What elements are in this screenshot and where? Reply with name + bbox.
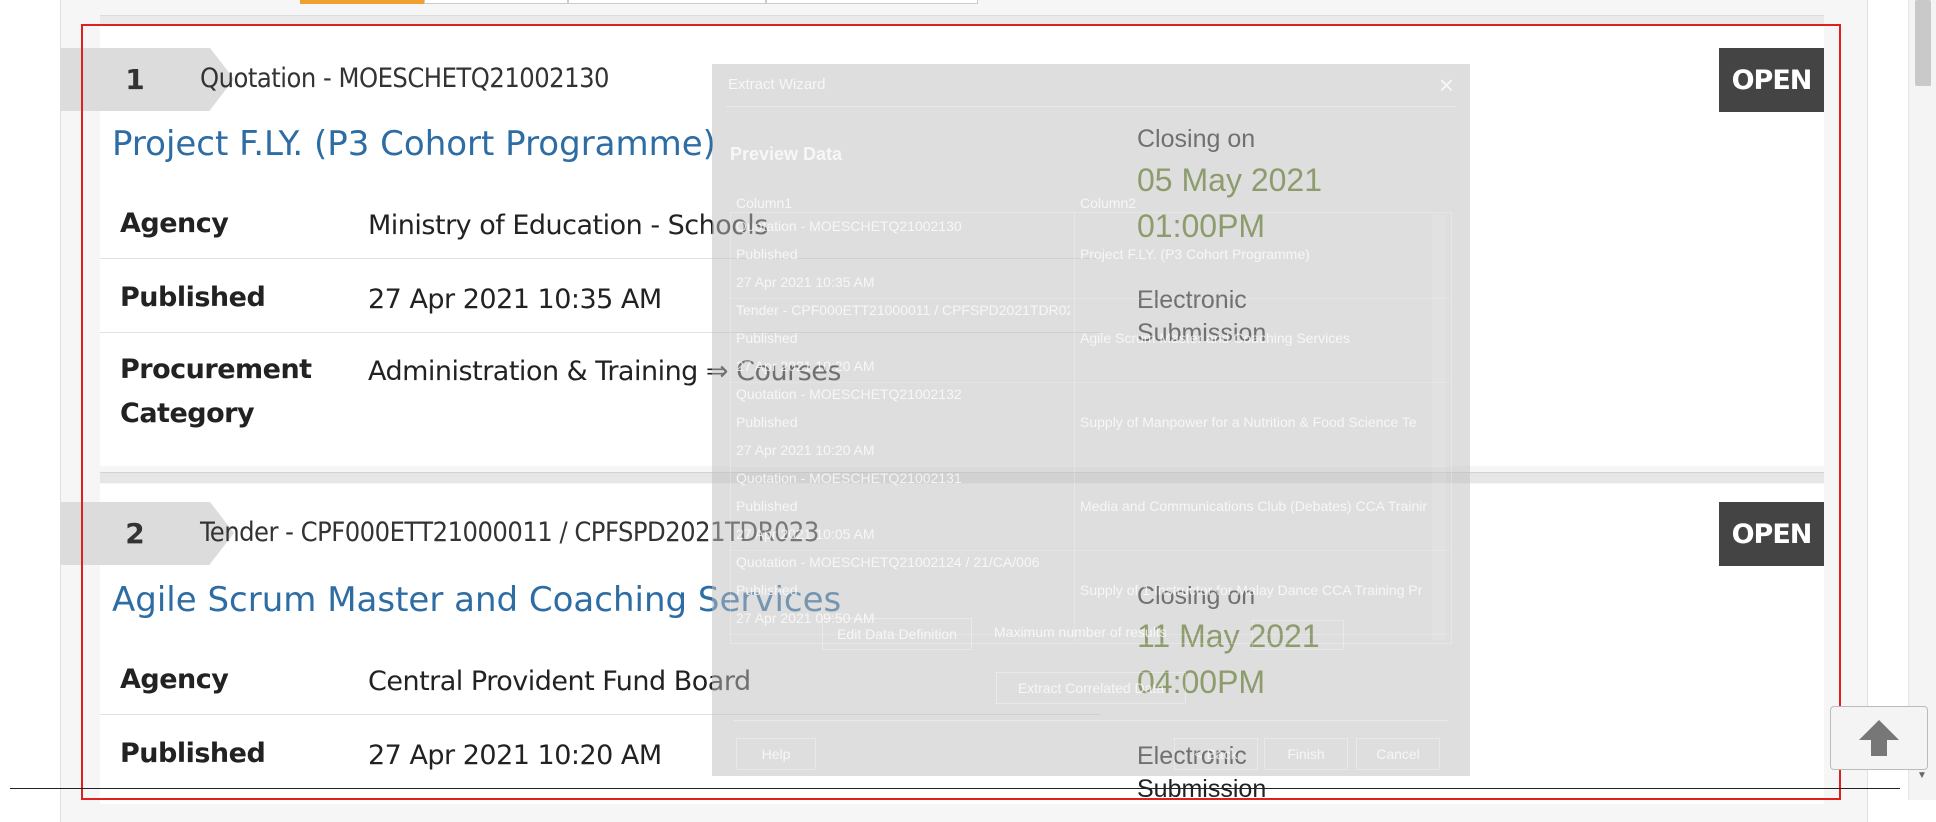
grid-cell: Quotation - MOESCHETQ21002132 — [736, 386, 962, 402]
tab[interactable] — [766, 0, 978, 4]
row-divider — [730, 382, 1450, 383]
grid-cell: Supply of Manpower for a Nutrition & Foo… — [1080, 414, 1417, 430]
published-label: Published — [120, 738, 266, 769]
row-divider — [730, 466, 1450, 467]
row-divider — [730, 298, 1450, 299]
close-icon[interactable]: × — [1439, 70, 1454, 101]
divider — [100, 15, 1824, 26]
published-label: Published — [120, 282, 266, 313]
tab[interactable] — [568, 0, 766, 4]
divider — [726, 106, 1456, 107]
grid-scrollbar[interactable] — [1432, 214, 1446, 640]
grid-cell: Quotation - MOESCHETQ21002131 — [736, 470, 962, 486]
preview-heading: Preview Data — [730, 144, 843, 164]
extract-correlated-data-button[interactable]: Extract Correlated Data — [996, 672, 1186, 704]
cancel-button[interactable]: Cancel — [1356, 738, 1440, 770]
listing-reference: Quotation - MOESCHETQ21002130 — [200, 63, 609, 94]
divider — [10, 788, 1900, 789]
finish-button[interactable]: Finish — [1264, 738, 1348, 770]
grid-cell: 27 Apr 2021 10:05 AM — [736, 526, 875, 542]
back-button[interactable]: < Back — [1174, 738, 1258, 770]
listing-title-link[interactable]: Project F.LY. (P3 Cohort Programme) — [112, 124, 716, 164]
grid-cell: Quotation - MOESCHETQ21002130 — [736, 218, 962, 234]
grid-cell: Published — [736, 582, 798, 598]
published-value: 27 Apr 2021 10:20 AM — [368, 740, 662, 771]
tab-active[interactable] — [300, 0, 424, 4]
tab[interactable] — [424, 0, 568, 4]
agency-value: Ministry of Education - Schools — [368, 210, 768, 241]
column2-header: Column2 — [1080, 195, 1137, 211]
grid-cell: Published — [736, 414, 798, 430]
grid-cell: Published — [736, 498, 798, 514]
status-badge: OPEN — [1719, 502, 1824, 566]
agency-label: Agency — [120, 208, 229, 239]
category-label-line1: Procurement — [120, 354, 312, 385]
agency-value: Central Provident Fund Board — [368, 666, 751, 697]
category-label-line2: Category — [120, 398, 255, 429]
grid-cell: 27 Apr 2021 10:20 AM — [736, 358, 875, 374]
help-button[interactable]: Help — [736, 738, 816, 770]
column1-header: Column1 — [736, 195, 793, 211]
edit-data-definition-button[interactable]: Edit Data Definition — [822, 618, 972, 650]
grid-cell: 27 Apr 2021 10:20 AM — [736, 442, 875, 458]
arrow-up-icon — [1859, 720, 1899, 756]
status-badge: OPEN — [1719, 48, 1824, 112]
grid-cell: Agile Scrum Master and Coaching Services — [1080, 330, 1351, 346]
grid-cell: Supply of 1 Instructor for Malay Dance C… — [1080, 582, 1423, 598]
scroll-thumb[interactable] — [1915, 0, 1931, 86]
divider — [734, 720, 1448, 721]
max-results-input[interactable] — [1252, 620, 1344, 650]
listing-number: 2 — [60, 502, 234, 565]
row-divider — [730, 550, 1450, 551]
grid-cell: 27 Apr 2021 10:35 AM — [736, 274, 875, 290]
grid-cell: Media and Communications Club (Debates) … — [1080, 498, 1428, 514]
scroll-down-icon[interactable]: ▼ — [1917, 770, 1927, 781]
listing-number: 1 — [60, 48, 234, 111]
grid-cell: Quotation - MOESCHETQ21002124 / 21/CA/00… — [736, 554, 1040, 570]
submission-line2: Submission — [1137, 775, 1267, 803]
divider — [1074, 212, 1075, 642]
grid-cell: Published — [736, 246, 798, 262]
dialog-title: Extract Wizard — [728, 76, 826, 93]
published-value: 27 Apr 2021 10:35 AM — [368, 284, 662, 315]
page-scrollbar[interactable]: ▲ ▼ — [1908, 0, 1936, 800]
back-to-top-button[interactable] — [1830, 706, 1928, 770]
grid-cell: Tender - CPF000ETT21000011 / CPFSPD2021T… — [736, 302, 1070, 318]
top-tabs — [300, 0, 980, 4]
agency-label: Agency — [120, 664, 229, 695]
grid-cell: Project F.LY. (P3 Cohort Programme) — [1080, 246, 1310, 262]
max-results-label: Maximum number of results — [994, 624, 1167, 640]
extract-wizard-dialog: Extract Wizard × Preview Data Column1 Co… — [712, 64, 1470, 776]
grid-cell: Published — [736, 330, 798, 346]
